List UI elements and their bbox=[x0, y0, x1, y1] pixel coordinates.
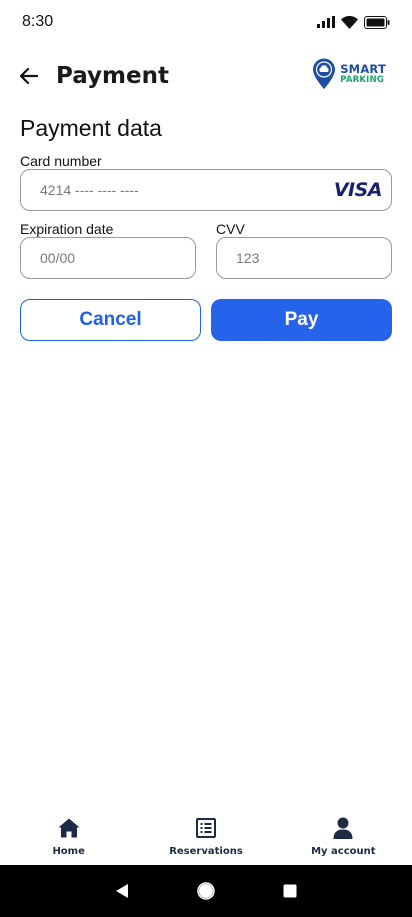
cvv-input[interactable] bbox=[236, 250, 372, 266]
nav-label-home: Home bbox=[52, 846, 85, 857]
logo-text-parking: PARKING bbox=[340, 75, 385, 85]
nav-item-my-account[interactable]: My account bbox=[275, 806, 412, 865]
system-home-button[interactable] bbox=[191, 876, 221, 906]
cvv-field bbox=[216, 237, 392, 279]
location-pin-icon bbox=[313, 58, 336, 89]
signal-icon bbox=[317, 16, 335, 28]
status-bar: 8:30 bbox=[0, 0, 412, 44]
wifi-icon bbox=[341, 15, 358, 29]
nav-item-reservations[interactable]: Reservations bbox=[137, 806, 274, 865]
app-header: Payment SMART PARKING bbox=[0, 52, 412, 100]
page-title: Payment bbox=[56, 63, 169, 89]
battery-icon bbox=[364, 15, 390, 29]
square-recents-icon bbox=[283, 884, 297, 898]
pay-button[interactable]: Pay bbox=[211, 299, 392, 341]
cvv-label: CVV bbox=[216, 221, 245, 237]
card-number-field: VISA bbox=[20, 169, 392, 211]
list-icon bbox=[195, 818, 216, 838]
visa-logo: VISA bbox=[333, 179, 383, 201]
home-icon bbox=[58, 818, 80, 838]
system-back-button[interactable] bbox=[107, 876, 137, 906]
system-recents-button[interactable] bbox=[275, 876, 305, 906]
system-nav-bar bbox=[0, 865, 412, 917]
card-number-input[interactable] bbox=[40, 182, 372, 198]
status-time: 8:30 bbox=[22, 13, 54, 30]
person-icon bbox=[333, 817, 353, 839]
expiration-date-input[interactable] bbox=[40, 250, 176, 266]
expiration-date-field bbox=[20, 237, 196, 279]
section-title: Payment data bbox=[20, 115, 162, 141]
nav-label-reservations: Reservations bbox=[169, 846, 243, 857]
arrow-left-icon bbox=[20, 68, 38, 84]
nav-label-my-account: My account bbox=[311, 846, 376, 857]
expiration-date-label: Expiration date bbox=[20, 221, 114, 237]
nav-item-home[interactable]: Home bbox=[0, 806, 137, 865]
card-number-label: Card number bbox=[20, 153, 102, 169]
triangle-back-icon bbox=[116, 884, 128, 898]
bottom-nav: Home Reservations My account bbox=[0, 806, 412, 865]
status-icons bbox=[317, 15, 390, 29]
back-button[interactable] bbox=[18, 65, 40, 87]
cancel-button[interactable]: Cancel bbox=[20, 299, 201, 341]
logo-text-smart: SMART bbox=[340, 61, 386, 76]
circle-home-icon bbox=[197, 882, 215, 900]
smart-parking-logo: SMART PARKING bbox=[312, 58, 386, 90]
